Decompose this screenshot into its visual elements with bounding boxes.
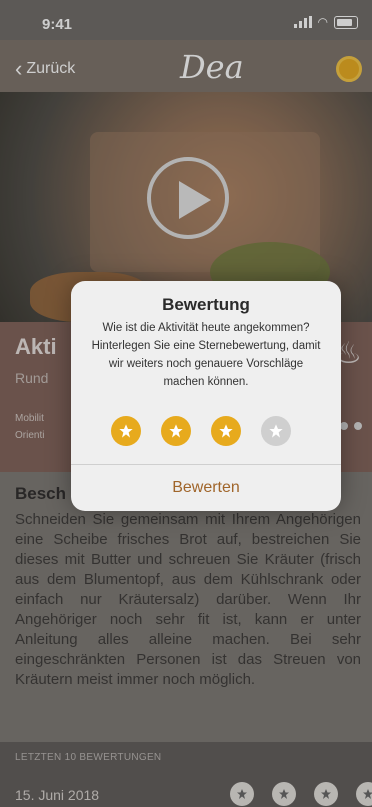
star-icon (219, 424, 233, 438)
star-icon (269, 424, 283, 438)
dialog-message: Wie ist die Aktivität heute angekommen? … (91, 322, 321, 388)
star-1-button[interactable] (111, 416, 141, 446)
star-icon (119, 424, 133, 438)
rating-dialog: Bewertung Wie ist die Aktivität heute an… (71, 281, 341, 511)
dialog-star-rating (111, 416, 291, 446)
star-2-button[interactable] (161, 416, 191, 446)
rate-button[interactable]: Bewerten (71, 465, 341, 511)
star-icon (169, 424, 183, 438)
star-3-button[interactable] (211, 416, 241, 446)
dialog-title: Bewertung (162, 295, 250, 314)
star-4-button[interactable] (261, 416, 291, 446)
app-screen: 9:41 ◠ ‹ Zurück Dea Akti Rund ♨ Mobilit … (0, 0, 372, 807)
